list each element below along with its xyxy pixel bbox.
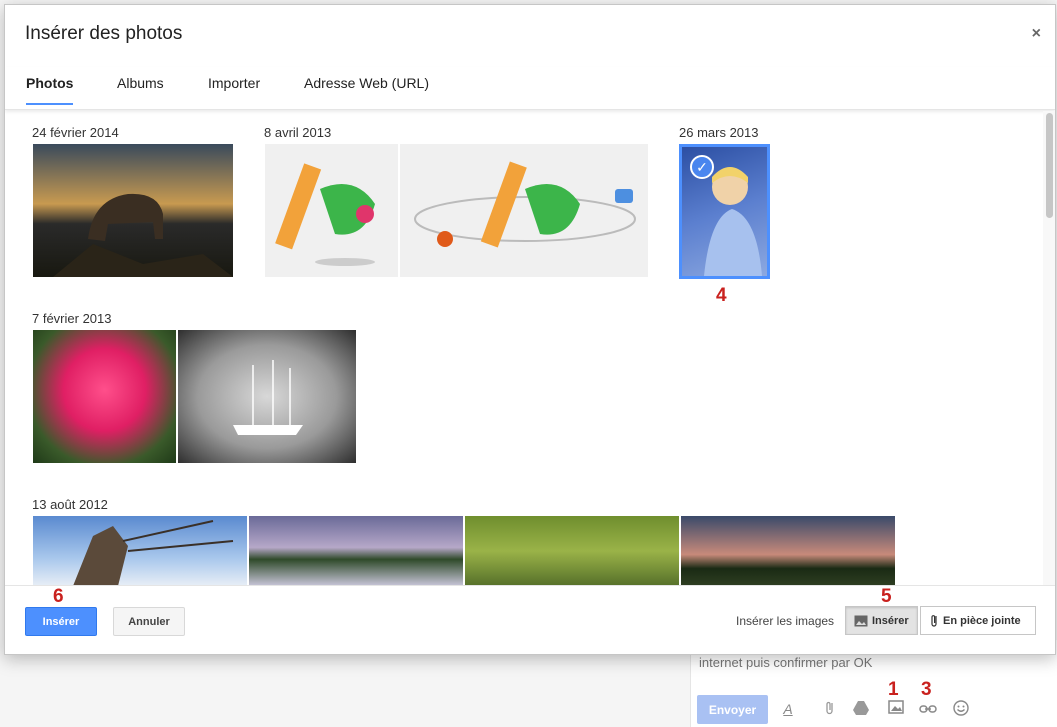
photo-grid: 24 février 2014 8 avril 2013 26 mars 201… [5,111,1045,585]
group-date-mar-2013: 26 mars 2013 [679,125,759,140]
image-icon [854,615,868,626]
photo-pink-rose[interactable] [33,330,176,463]
annotation-4: 4 [716,285,727,306]
annotation-6: 6 [53,586,64,607]
group-date-feb-2014: 24 février 2014 [32,125,119,140]
attachment-label: En pièce jointe [943,614,1021,627]
drive-icon[interactable] [852,700,870,718]
annotation-3: 3 [921,679,932,700]
photo-pencil-graphic-1[interactable] [265,144,398,277]
photo-wheat-field[interactable] [465,516,679,585]
insert-link-icon[interactable] [919,700,937,718]
photo-sailing-ship[interactable] [178,330,356,463]
insert-images-label: Insérer les images [736,614,835,628]
group-date-feb-2013: 7 février 2013 [32,311,112,326]
cancel-button[interactable]: Annuler [113,607,185,636]
photo-winter-tree[interactable] [33,516,247,585]
group-date-aug-2012: 13 août 2012 [32,497,108,512]
attach-file-icon[interactable] [821,700,839,718]
scrollbar-thumb[interactable] [1046,113,1053,218]
insert-inline-option[interactable]: Insérer [845,606,918,635]
tab-web-url[interactable]: Adresse Web (URL) [304,75,429,103]
dialog-footer: 6 Insérer Annuler Insérer les images 5 I… [5,585,1055,654]
photo-lake-forest[interactable] [249,516,463,585]
insert-photos-dialog: Insérer des photos × Photos Albums Impor… [4,4,1056,655]
group-date-apr-2013: 8 avril 2013 [264,125,332,140]
compose-text: internet puis confirmer par OK [699,655,873,670]
emoji-icon[interactable] [952,700,970,718]
paperclip-icon [931,614,937,627]
tab-photos[interactable]: Photos [26,75,74,105]
insert-photo-icon[interactable] [887,700,905,718]
selected-check-icon: ✓ [690,155,714,179]
tab-importer[interactable]: Importer [208,75,260,103]
format-text-icon[interactable]: A [779,700,797,718]
close-icon[interactable]: × [1032,25,1041,43]
photo-park-sunset[interactable] [681,516,895,585]
send-button[interactable]: Envoyer [697,695,768,724]
attachment-option[interactable]: En pièce jointe [920,606,1036,635]
annotation-1: 1 [888,679,899,700]
dialog-title: Insérer des photos [25,23,183,44]
photo-elephant-sunset[interactable] [33,144,233,277]
annotation-5: 5 [881,586,892,607]
tab-bar: Photos Albums Importer Adresse Web (URL) [5,67,1055,110]
tab-albums[interactable]: Albums [117,75,164,103]
insert-inline-label: Insérer [872,614,909,627]
photo-child-portrait-selected[interactable]: ✓ [679,144,770,279]
insert-button[interactable]: Insérer [25,607,97,636]
photo-pencil-graphic-2[interactable] [400,144,648,277]
